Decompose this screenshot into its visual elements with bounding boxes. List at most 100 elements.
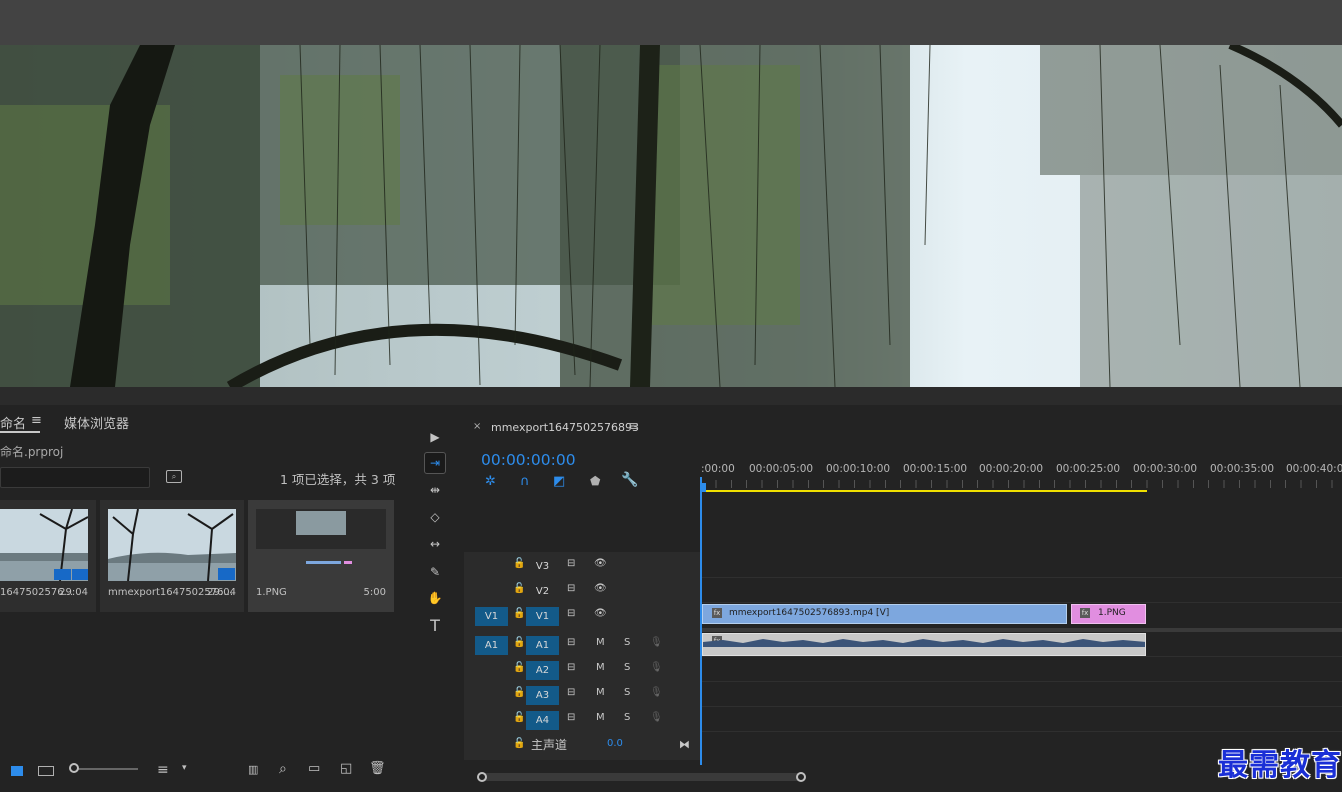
microphone-icon[interactable]: 🎙 [650, 687, 663, 698]
sort-icon[interactable]: ≡ [157, 762, 169, 778]
sequence-tab[interactable]: mmexport1647502576893 [491, 421, 639, 434]
media-item-selected[interactable]: 1.PNG 5:00 [248, 500, 394, 612]
lock-icon[interactable]: 🔓 [513, 662, 525, 673]
track-header-v2[interactable]: 🔓 V2 ⊟ 👁 [464, 578, 700, 603]
scrollbar-thumb[interactable] [482, 773, 802, 781]
time-ruler[interactable]: :00:00 00:00:05:00 00:00:10:00 00:00:15:… [700, 460, 1342, 492]
sync-lock-icon[interactable]: ⊟ [567, 712, 575, 723]
lock-icon[interactable]: 🔓 [513, 583, 525, 594]
microphone-icon[interactable]: 🎙 [650, 637, 663, 648]
linked-selection-icon[interactable]: ◩ [553, 474, 565, 489]
pen-tool-icon[interactable]: ✎ [424, 561, 446, 583]
mute-button[interactable]: M [596, 687, 605, 698]
list-view-icon[interactable] [11, 766, 23, 776]
track-divider [700, 706, 1342, 707]
selection-tool-icon[interactable]: ▶ [424, 426, 446, 448]
track-label[interactable]: A2 [526, 661, 559, 680]
program-monitor-frame[interactable] [0, 45, 1342, 387]
track-header-v3[interactable]: 🔓 V3 ⊟ 👁 [464, 553, 700, 578]
master-volume-value[interactable]: 0.0 [607, 738, 623, 749]
track-header-master[interactable]: 🔓 主声道 0.0 ⧓ [464, 733, 700, 758]
track-header-a2[interactable]: 🔓 A2 ⊟ M S 🎙 [464, 657, 700, 682]
sync-lock-icon[interactable]: ⊟ [567, 662, 575, 673]
audio-clip[interactable]: fx [702, 633, 1146, 656]
playhead-line[interactable] [700, 477, 702, 769]
track-header-v1[interactable]: V1 🔓 V1 ⊟ 👁 [464, 603, 700, 628]
automate-to-sequence-icon[interactable]: ▥ [248, 763, 258, 776]
close-icon[interactable]: × [473, 421, 481, 432]
ruler-label: 00:00:30:00 [1133, 463, 1198, 475]
solo-button[interactable]: S [624, 637, 630, 648]
snap-magnet-icon[interactable]: ∩ [520, 474, 530, 489]
sync-lock-icon[interactable]: ⊟ [567, 558, 575, 569]
trash-icon[interactable]: 🗑 [369, 761, 386, 776]
track-label[interactable]: V3 [526, 557, 559, 576]
microphone-icon[interactable]: 🎙 [650, 662, 663, 673]
solo-button[interactable]: S [624, 687, 630, 698]
lock-icon[interactable]: 🔓 [513, 687, 525, 698]
tab-media-browser[interactable]: 媒体浏览器 [64, 413, 129, 432]
chevron-down-icon[interactable]: ▾ [182, 763, 187, 773]
tab-project[interactable]: 命名 [0, 413, 26, 432]
track-label[interactable]: V1 [526, 607, 559, 626]
sync-lock-icon[interactable]: ⊟ [567, 583, 575, 594]
track-header-a1[interactable]: A1 🔓 A1 ⊟ M S 🎙 [464, 632, 700, 657]
video-audio-divider[interactable] [700, 628, 1342, 632]
scroll-left-handle[interactable] [477, 772, 487, 782]
source-patch-v1[interactable]: V1 [475, 607, 508, 626]
track-header-a3[interactable]: 🔓 A3 ⊟ M S 🎙 [464, 682, 700, 707]
eye-icon[interactable]: 👁 [594, 583, 607, 594]
hand-tool-icon[interactable]: ✋ [424, 587, 446, 609]
source-patch-a1[interactable]: A1 [475, 636, 508, 655]
track-label[interactable]: A1 [526, 636, 559, 655]
zoom-to-fit-icon[interactable]: ⧓ [679, 738, 690, 751]
sync-lock-icon[interactable]: ⊟ [567, 608, 575, 619]
sync-lock-icon[interactable]: ⊟ [567, 637, 575, 648]
lock-icon[interactable]: 🔓 [513, 637, 525, 648]
eye-icon[interactable]: 👁 [594, 608, 607, 619]
solo-button[interactable]: S [624, 712, 630, 723]
microphone-icon[interactable]: 🎙 [650, 712, 663, 723]
slip-tool-icon[interactable]: ↔ [424, 533, 446, 555]
find-icon[interactable]: ⌕ [166, 470, 182, 483]
ripple-edit-tool-icon[interactable]: ⇹ [424, 479, 446, 501]
sync-lock-icon[interactable]: ⊟ [567, 687, 575, 698]
track-select-tool-icon[interactable]: ⇥ [424, 452, 446, 474]
solo-button[interactable]: S [624, 662, 630, 673]
timeline-scrollbar[interactable] [464, 765, 1342, 792]
lock-icon[interactable]: 🔓 [513, 712, 525, 723]
panel-menu-icon[interactable]: ≡ [31, 413, 42, 428]
lock-icon[interactable]: 🔓 [513, 558, 525, 569]
search-icon[interactable]: ⌕ [279, 761, 287, 777]
playhead-timecode[interactable]: 00:00:00:00 [481, 451, 576, 469]
lock-icon[interactable]: 🔓 [513, 738, 525, 749]
track-header-a4[interactable]: 🔓 A4 ⊟ M S 🎙 [464, 707, 700, 732]
type-tool-icon[interactable]: T [424, 614, 446, 636]
scroll-right-handle[interactable] [796, 772, 806, 782]
mute-button[interactable]: M [596, 637, 605, 648]
mute-button[interactable]: M [596, 662, 605, 673]
image-clip[interactable]: fx 1.PNG [1071, 604, 1146, 624]
panel-menu-icon[interactable]: ≡ [628, 419, 639, 434]
eye-icon[interactable]: 👁 [594, 558, 607, 569]
icon-view-icon[interactable] [38, 766, 54, 776]
razor-tool-icon[interactable]: ◇ [424, 506, 446, 528]
lock-icon[interactable]: 🔓 [513, 608, 525, 619]
work-area-bar[interactable] [702, 490, 1147, 492]
wrench-icon[interactable]: 🔧 [621, 472, 638, 488]
mute-button[interactable]: M [596, 712, 605, 723]
add-marker-icon[interactable]: ⬟ [590, 474, 600, 488]
track-label[interactable]: A3 [526, 686, 559, 705]
video-clip[interactable]: fx mmexport1647502576893.mp4 [V] [702, 604, 1067, 624]
new-item-icon[interactable]: ◱ [340, 761, 352, 776]
track-label[interactable]: V2 [526, 582, 559, 601]
media-item[interactable]: mmexport1647502576... 29:04 [100, 500, 244, 612]
new-bin-icon[interactable]: ▭ [308, 761, 320, 776]
zoom-slider-handle[interactable] [69, 763, 79, 773]
zoom-slider[interactable] [70, 768, 138, 770]
insert-nest-icon[interactable]: ✲ [485, 474, 496, 489]
media-item[interactable]: 1647502576... 29:04 [0, 500, 96, 612]
search-input[interactable] [0, 467, 150, 488]
track-label[interactable]: A4 [526, 711, 559, 730]
track-area[interactable] [700, 552, 1342, 767]
